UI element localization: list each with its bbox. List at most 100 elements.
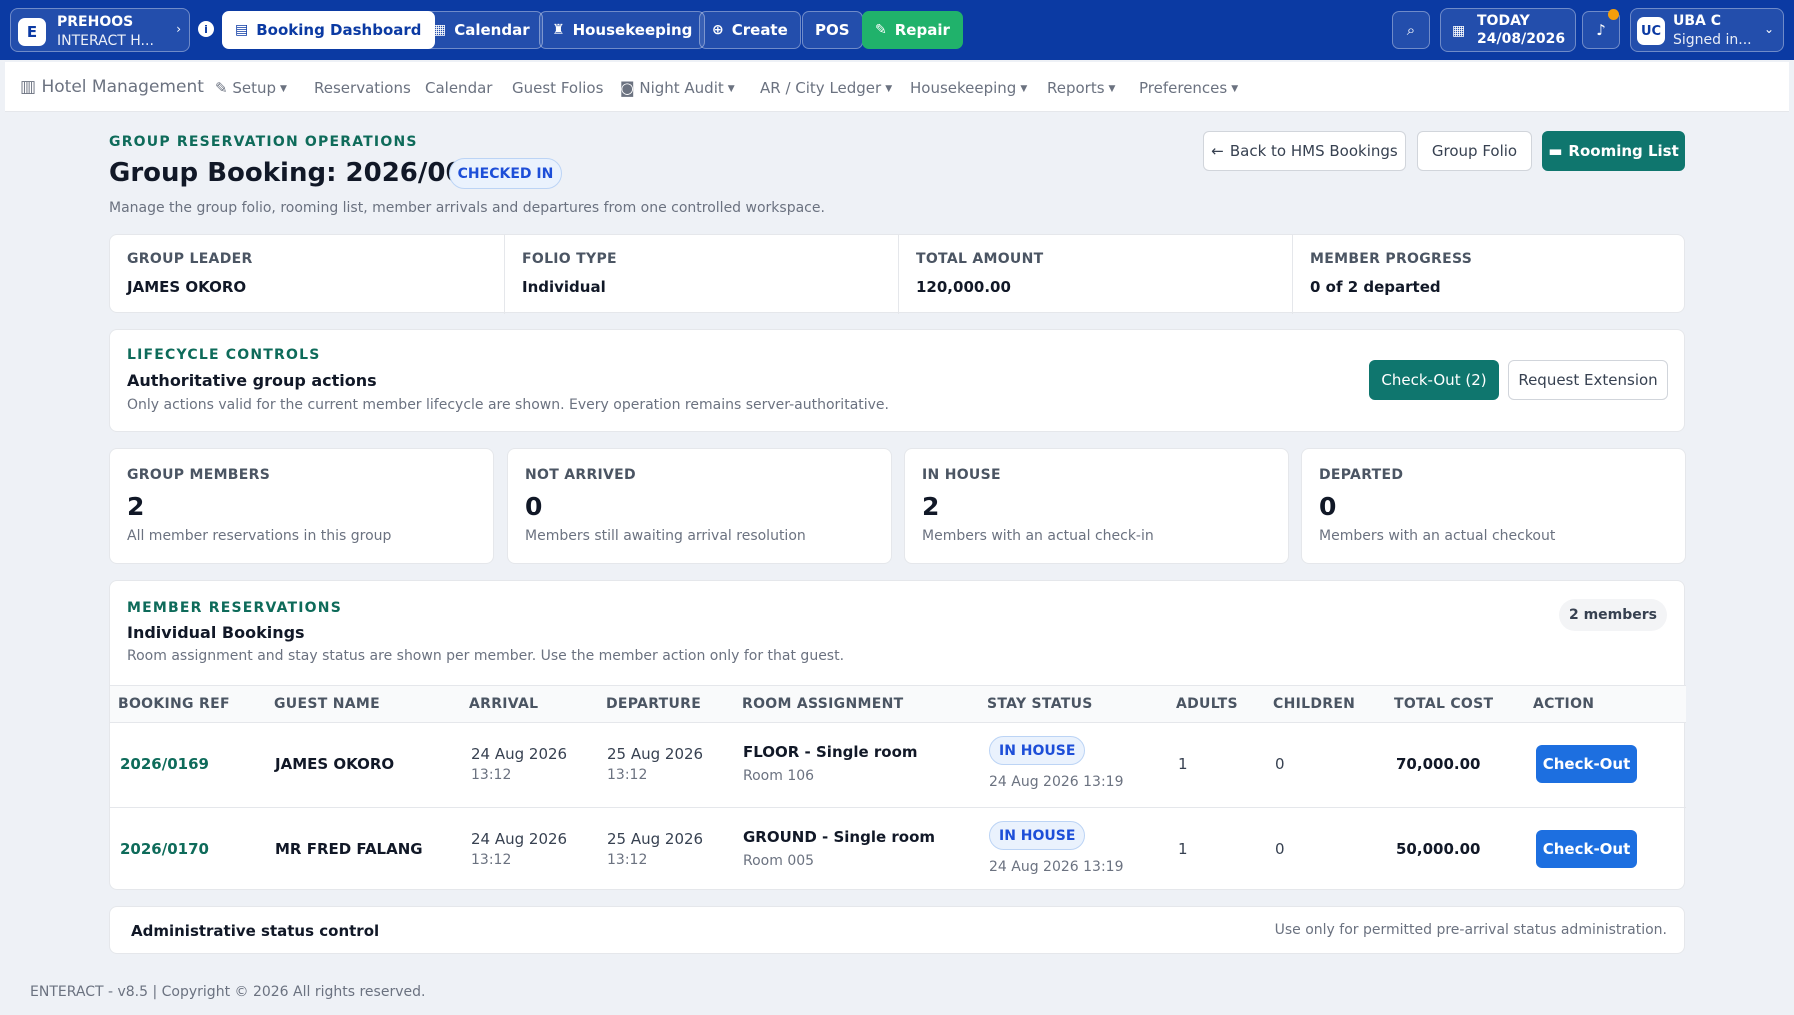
caret-down-icon: ▼ bbox=[280, 84, 287, 94]
page-title: Group Booking: 2026/0035 bbox=[109, 158, 500, 188]
col-total-cost: TOTAL COST bbox=[1394, 696, 1494, 712]
today-date-button[interactable]: ▦ TODAY 24/08/2026 bbox=[1440, 8, 1576, 52]
lifecycle-eyebrow: LIFECYCLE CONTROLS bbox=[127, 347, 321, 363]
stay-status-badge: IN HOUSE bbox=[989, 736, 1086, 765]
housekeeping-button[interactable]: ♜ Housekeeping bbox=[539, 11, 706, 49]
admin-status-note: Use only for permitted pre-arrival statu… bbox=[1274, 922, 1667, 938]
col-departure: DEPARTURE bbox=[606, 696, 702, 712]
stay-status-time: 24 Aug 2026 13:19 bbox=[989, 774, 1124, 790]
nav-reports[interactable]: Reports ▼ bbox=[1047, 79, 1115, 97]
caret-down-icon: ▼ bbox=[727, 84, 735, 94]
folio-type-cell: FOLIO TYPE Individual bbox=[504, 235, 898, 314]
col-adults: ADULTS bbox=[1176, 696, 1238, 712]
admin-status-title: Administrative status control bbox=[131, 922, 380, 940]
room-type: FLOOR - Single room bbox=[743, 743, 918, 761]
booking-dashboard-button[interactable]: ▤ Booking Dashboard bbox=[222, 11, 435, 49]
housekeeping-label: Housekeeping bbox=[572, 21, 693, 39]
table-row: 2026/0170 MR FRED FALANG 24 Aug 2026 13:… bbox=[110, 807, 1686, 891]
caret-down-icon: ▼ bbox=[1020, 84, 1028, 94]
adults-count: 1 bbox=[1178, 840, 1188, 858]
nav-calendar[interactable]: Calendar bbox=[425, 79, 492, 97]
guest-name: JAMES OKORO bbox=[275, 755, 395, 773]
brand-name: PREHOOS bbox=[57, 14, 134, 30]
dashboard-icon: ▤ bbox=[235, 22, 249, 38]
create-button[interactable]: ⊕ Create bbox=[699, 11, 801, 49]
members-description: Room assignment and stay status are show… bbox=[127, 648, 845, 664]
back-to-bookings-button[interactable]: ← Back to HMS Bookings bbox=[1203, 131, 1406, 171]
rooming-list-button[interactable]: ▬ Rooming List bbox=[1542, 131, 1685, 171]
property-switcher[interactable]: E PREHOOS INTERACT H... › bbox=[10, 8, 190, 52]
brand-subtitle: INTERACT H... bbox=[57, 33, 154, 49]
user-name: UBA C bbox=[1673, 13, 1722, 29]
children-count: 0 bbox=[1275, 755, 1285, 773]
status-badge: CHECKED IN bbox=[449, 158, 562, 189]
departure-date: 25 Aug 2026 bbox=[607, 745, 704, 763]
table-row: 2026/0169 JAMES OKORO 24 Aug 2026 13:12 … bbox=[110, 723, 1686, 807]
today-date: 24/08/2026 bbox=[1477, 31, 1566, 47]
member-checkout-button[interactable]: Check-Out bbox=[1536, 830, 1637, 868]
group-folio-button[interactable]: Group Folio bbox=[1417, 131, 1532, 171]
footer-copyright: ENTERACT - v8.5 | Copyright © 2026 All r… bbox=[30, 984, 426, 1000]
nav-preferences-label: Preferences bbox=[1139, 79, 1228, 97]
arrival-date: 24 Aug 2026 bbox=[471, 745, 568, 763]
adults-count: 1 bbox=[1178, 755, 1188, 773]
room-type: GROUND - Single room bbox=[743, 828, 936, 846]
total-cost: 70,000.00 bbox=[1396, 755, 1481, 773]
nav-ar-city-ledger[interactable]: AR / City Ledger ▼ bbox=[760, 79, 892, 97]
members-title: Individual Bookings bbox=[127, 623, 305, 642]
request-extension-button[interactable]: Request Extension bbox=[1508, 360, 1668, 400]
col-stay-status: STAY STATUS bbox=[987, 696, 1093, 712]
col-arrival: ARRIVAL bbox=[469, 696, 539, 712]
info-icon[interactable]: i bbox=[198, 21, 214, 37]
page-description: Manage the group folio, rooming list, me… bbox=[109, 200, 825, 216]
nav-reports-label: Reports bbox=[1047, 79, 1105, 97]
stat-departed: DEPARTED 0 Members with an actual checko… bbox=[1301, 448, 1686, 564]
stat-label: NOT ARRIVED bbox=[525, 467, 636, 483]
col-booking-ref: BOOKING REF bbox=[118, 696, 230, 712]
repair-button[interactable]: ✎ Repair bbox=[862, 11, 963, 49]
members-count-badge: 2 members bbox=[1558, 599, 1667, 631]
nav-guest-folios[interactable]: Guest Folios bbox=[512, 79, 603, 97]
stat-description: Members with an actual check-in bbox=[922, 528, 1154, 544]
today-label: TODAY bbox=[1477, 13, 1530, 29]
calendar-button[interactable]: ▦ Calendar bbox=[420, 11, 543, 49]
search-button[interactable]: ⌕ bbox=[1392, 11, 1430, 49]
book-icon: ◙ bbox=[620, 79, 635, 97]
building-icon: ▥ bbox=[20, 77, 37, 97]
group-summary-card: GROUP LEADER JAMES OKORO FOLIO TYPE Indi… bbox=[109, 234, 1685, 314]
brand-logo: E bbox=[18, 18, 46, 46]
arrival-time: 13:12 bbox=[471, 852, 512, 868]
folio-type-value: Individual bbox=[522, 278, 606, 296]
caret-down-icon: ▼ bbox=[1231, 84, 1239, 94]
nav-reservations[interactable]: Reservations bbox=[314, 79, 411, 97]
lifecycle-description: Only actions valid for the current membe… bbox=[127, 397, 889, 413]
pos-button[interactable]: POS bbox=[802, 11, 863, 49]
departure-date: 25 Aug 2026 bbox=[607, 830, 704, 848]
nav-night-audit-label: Night Audit bbox=[639, 79, 724, 97]
nav-preferences[interactable]: Preferences ▼ bbox=[1139, 79, 1238, 97]
nav-housekeeping-label: Housekeeping bbox=[910, 79, 1017, 97]
booking-ref-link[interactable]: 2026/0170 bbox=[120, 840, 209, 858]
user-menu[interactable]: UC UBA C Signed in... ⌄ bbox=[1630, 8, 1784, 52]
stat-group-members: GROUP MEMBERS 2 All member reservations … bbox=[109, 448, 494, 564]
administrative-status-card[interactable]: Administrative status control Use only f… bbox=[109, 906, 1685, 954]
create-label: Create bbox=[731, 21, 788, 39]
nav-night-audit[interactable]: ◙ Night Audit ▼ bbox=[620, 79, 735, 97]
repair-label: Repair bbox=[894, 21, 950, 39]
member-checkout-button[interactable]: Check-Out bbox=[1536, 745, 1637, 783]
chevron-right-icon: › bbox=[176, 22, 181, 36]
departure-time: 13:12 bbox=[607, 767, 648, 783]
booking-ref-link[interactable]: 2026/0169 bbox=[120, 755, 209, 773]
secondary-nav: ▥ Hotel Management ✎ Setup ▼ Reservations… bbox=[5, 62, 1789, 112]
hotel-management-link[interactable]: ▥ Hotel Management bbox=[20, 77, 204, 97]
nav-setup[interactable]: ✎ Setup ▼ bbox=[215, 79, 287, 97]
nav-housekeeping[interactable]: Housekeeping ▼ bbox=[910, 79, 1027, 97]
bed-icon: ▬ bbox=[1548, 142, 1563, 160]
broom-icon: ♜ bbox=[552, 22, 565, 38]
stat-value: 0 bbox=[1319, 492, 1337, 521]
folio-type-label: FOLIO TYPE bbox=[522, 251, 617, 267]
table-header: BOOKING REF GUEST NAME ARRIVAL DEPARTURE… bbox=[110, 685, 1686, 723]
total-cost: 50,000.00 bbox=[1396, 840, 1481, 858]
col-action: ACTION bbox=[1533, 696, 1595, 712]
group-checkout-button[interactable]: Check-Out (2) bbox=[1369, 360, 1499, 400]
